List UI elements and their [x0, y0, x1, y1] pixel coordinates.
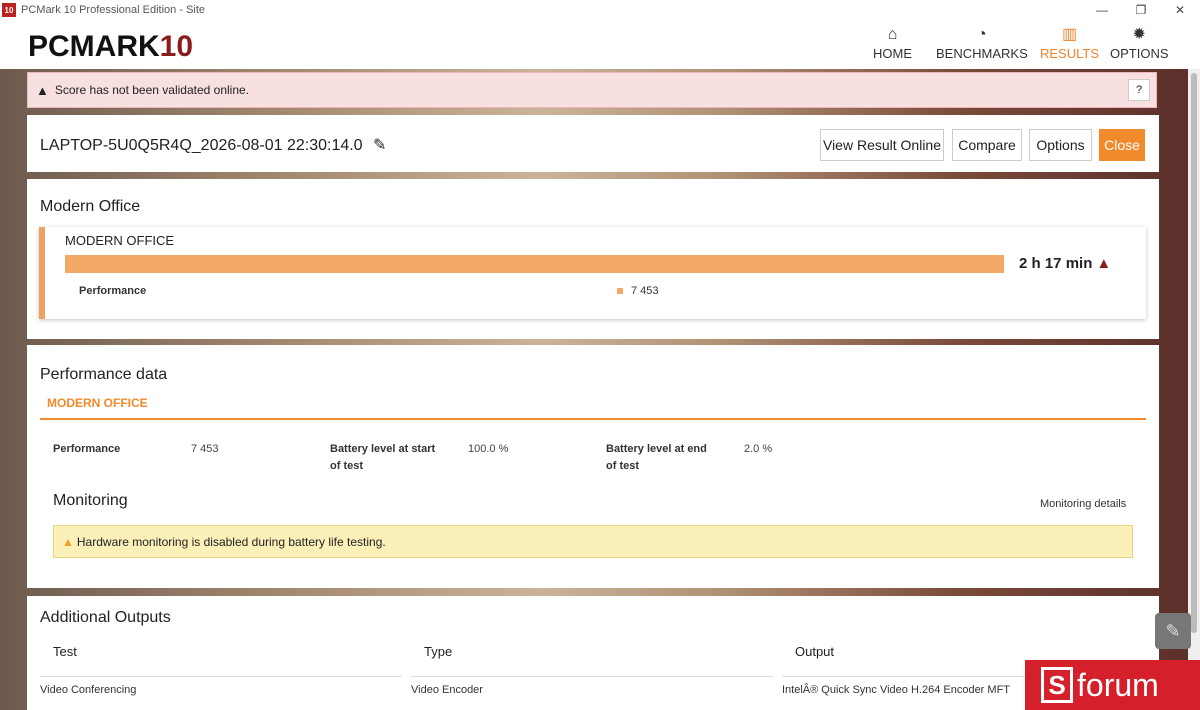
table-cell: Video Encoder — [411, 684, 483, 696]
help-button[interactable]: ? — [1128, 79, 1150, 101]
app-header: PCMARK10 ⌂ HOME ◔ BENCHMARKS ▥ RESULTS ✹… — [0, 20, 1200, 69]
monitoring-warning-text: Hardware monitoring is disabled during b… — [76, 534, 386, 549]
column-header-test: Test — [53, 644, 77, 659]
nav-results-label: RESULTS — [1040, 46, 1099, 61]
nav-home[interactable]: ⌂ HOME — [873, 24, 912, 61]
battery-end-value: 2.0 % — [744, 443, 773, 455]
warning-icon: ▲ — [36, 82, 49, 98]
compare-button[interactable]: Compare — [952, 129, 1022, 161]
monitoring-warning: ▲ Hardware monitoring is disabled during… — [53, 525, 1133, 558]
warning-icon: ▲ — [62, 534, 74, 549]
sforum-logo-letter: S — [1041, 667, 1073, 703]
validation-alert-text: Score has not been validated online. — [54, 83, 250, 97]
gear-icon: ✹ — [1132, 26, 1146, 43]
modern-office-score-box: MODERN OFFICE 2 h 17 min ▲ Performance 7 … — [39, 227, 1146, 319]
modern-office-card: Modern Office MODERN OFFICE 2 h 17 min ▲ … — [27, 179, 1159, 339]
window-title-bar: 10 PCMark 10 Professional Edition - Site… — [0, 0, 1200, 20]
legend-square — [617, 288, 623, 295]
sforum-logo-text: forum — [1077, 666, 1159, 703]
result-header: LAPTOP-5U0Q5R4Q_2026-08-01 22:30:14.0 ✎ … — [27, 115, 1159, 172]
result-name: LAPTOP-5U0Q5R4Q_2026-08-01 22:30:14.0 ✎ — [40, 137, 387, 154]
battery-start-label: Battery level at start of test — [330, 443, 436, 472]
score-bar — [65, 255, 1004, 273]
column-header-output: Output — [795, 644, 835, 659]
nav-options-label: OPTIONS — [1110, 46, 1169, 61]
section-title: Additional Outputs — [40, 609, 171, 626]
scrollbar-thumb[interactable] — [1191, 73, 1197, 633]
edit-icon[interactable]: ✎ — [373, 137, 386, 154]
minimize-button[interactable]: — — [1082, 0, 1122, 20]
bar-chart-icon: ▥ — [1061, 26, 1078, 43]
nav-benchmarks[interactable]: ◔ BENCHMARKS — [936, 24, 1028, 61]
monitoring-title: Monitoring — [53, 492, 128, 509]
home-icon: ⌂ — [887, 26, 898, 43]
perf-label: Performance — [53, 443, 121, 455]
close-button[interactable]: Close — [1099, 129, 1145, 161]
nav-home-label: HOME — [873, 46, 912, 61]
column-header-type: Type — [424, 644, 453, 659]
options-button[interactable]: Options — [1029, 129, 1092, 161]
warning-icon: ▲ — [1096, 255, 1112, 272]
tab-modern-office[interactable]: MODERN OFFICE — [47, 396, 148, 410]
battery-end-label: Battery level at end of test — [606, 443, 707, 472]
section-title: Modern Office — [40, 198, 141, 215]
tab-bar: MODERN OFFICE — [40, 395, 1146, 420]
window-title: PCMark 10 Professional Edition - Site — [21, 4, 206, 16]
monitoring-details-link[interactable]: Monitoring details — [1040, 498, 1126, 510]
floating-tool-button[interactable]: ✎ — [1155, 613, 1191, 649]
perf-value: 7 453 — [191, 443, 219, 455]
modern-office-box-title: MODERN OFFICE — [65, 233, 175, 248]
column-divider — [40, 676, 402, 677]
performance-value: 7 453 — [617, 285, 659, 297]
battery-start-value: 100.0 % — [468, 443, 509, 455]
table-cell: IntelÂ® Quick Sync Video H.264 Encoder M… — [782, 684, 1011, 696]
additional-outputs-card: Additional Outputs Test Type Output Vide… — [27, 596, 1159, 710]
app-icon: 10 — [2, 3, 16, 17]
nav-options[interactable]: ✹ OPTIONS — [1110, 24, 1169, 61]
column-divider — [411, 676, 773, 677]
table-cell: Video Conferencing — [40, 684, 137, 696]
validation-alert: ▲ Score has not been validated online. ? — [27, 72, 1157, 108]
maximize-button[interactable]: ❐ — [1121, 0, 1161, 20]
pcmark-logo: PCMARK10 — [28, 30, 194, 63]
battery-life-score: 2 h 17 min ▲ — [1019, 255, 1112, 272]
close-window-button[interactable]: ✕ — [1160, 0, 1200, 20]
sforum-watermark: S forum — [1025, 660, 1200, 710]
performance-data-card: Performance data MODERN OFFICE Performan… — [27, 345, 1159, 588]
section-title: Performance data — [40, 366, 168, 383]
view-result-online-button[interactable]: View Result Online — [820, 129, 944, 161]
performance-label: Performance — [79, 285, 147, 297]
nav-benchmarks-label: BENCHMARKS — [936, 46, 1028, 61]
speedometer-icon: ◔ — [977, 26, 987, 43]
nav-results[interactable]: ▥ RESULTS — [1040, 24, 1099, 61]
